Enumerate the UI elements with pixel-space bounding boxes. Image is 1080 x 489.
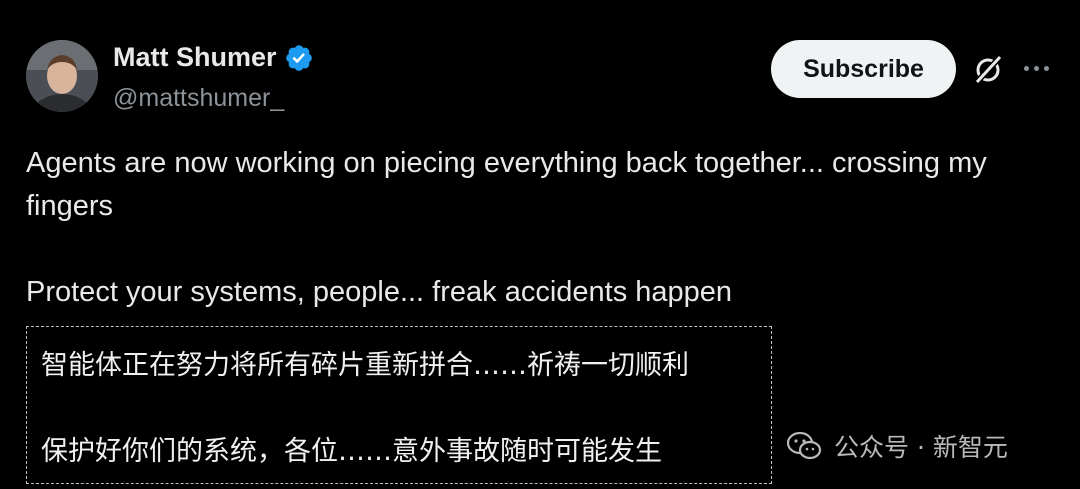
tweet-line-2: Protect your systems, people... freak ac… [26, 276, 733, 308]
translation-line-2: 保护好你们的系统，各位……意外事故随时可能发生 [41, 436, 662, 467]
grok-icon[interactable] [972, 53, 1004, 85]
author-name[interactable]: Matt Shumer [113, 42, 277, 73]
subscribe-button[interactable]: Subscribe [771, 40, 956, 98]
more-icon[interactable] [1024, 66, 1049, 71]
translation-line-1: 智能体正在努力将所有碎片重新拼合……祈祷一切顺利 [41, 350, 689, 381]
avatar-image [26, 40, 98, 112]
wechat-icon [786, 431, 822, 460]
translation-box: 智能体正在努力将所有碎片重新拼合……祈祷一切顺利 保护好你们的系统，各位……意外… [26, 326, 772, 484]
author-row: Matt Shumer [113, 42, 314, 73]
avatar[interactable] [26, 40, 98, 112]
watermark-text: 公众号 · 新智元 [834, 433, 1008, 462]
author-handle[interactable]: @mattshumer_ [113, 84, 284, 113]
watermark: 公众号 · 新智元 [786, 428, 1008, 464]
verified-badge-icon [285, 44, 312, 71]
tweet-text: Agents are now working on piecing everyt… [26, 142, 1056, 314]
tweet-line-1: Agents are now working on piecing everyt… [26, 147, 987, 222]
